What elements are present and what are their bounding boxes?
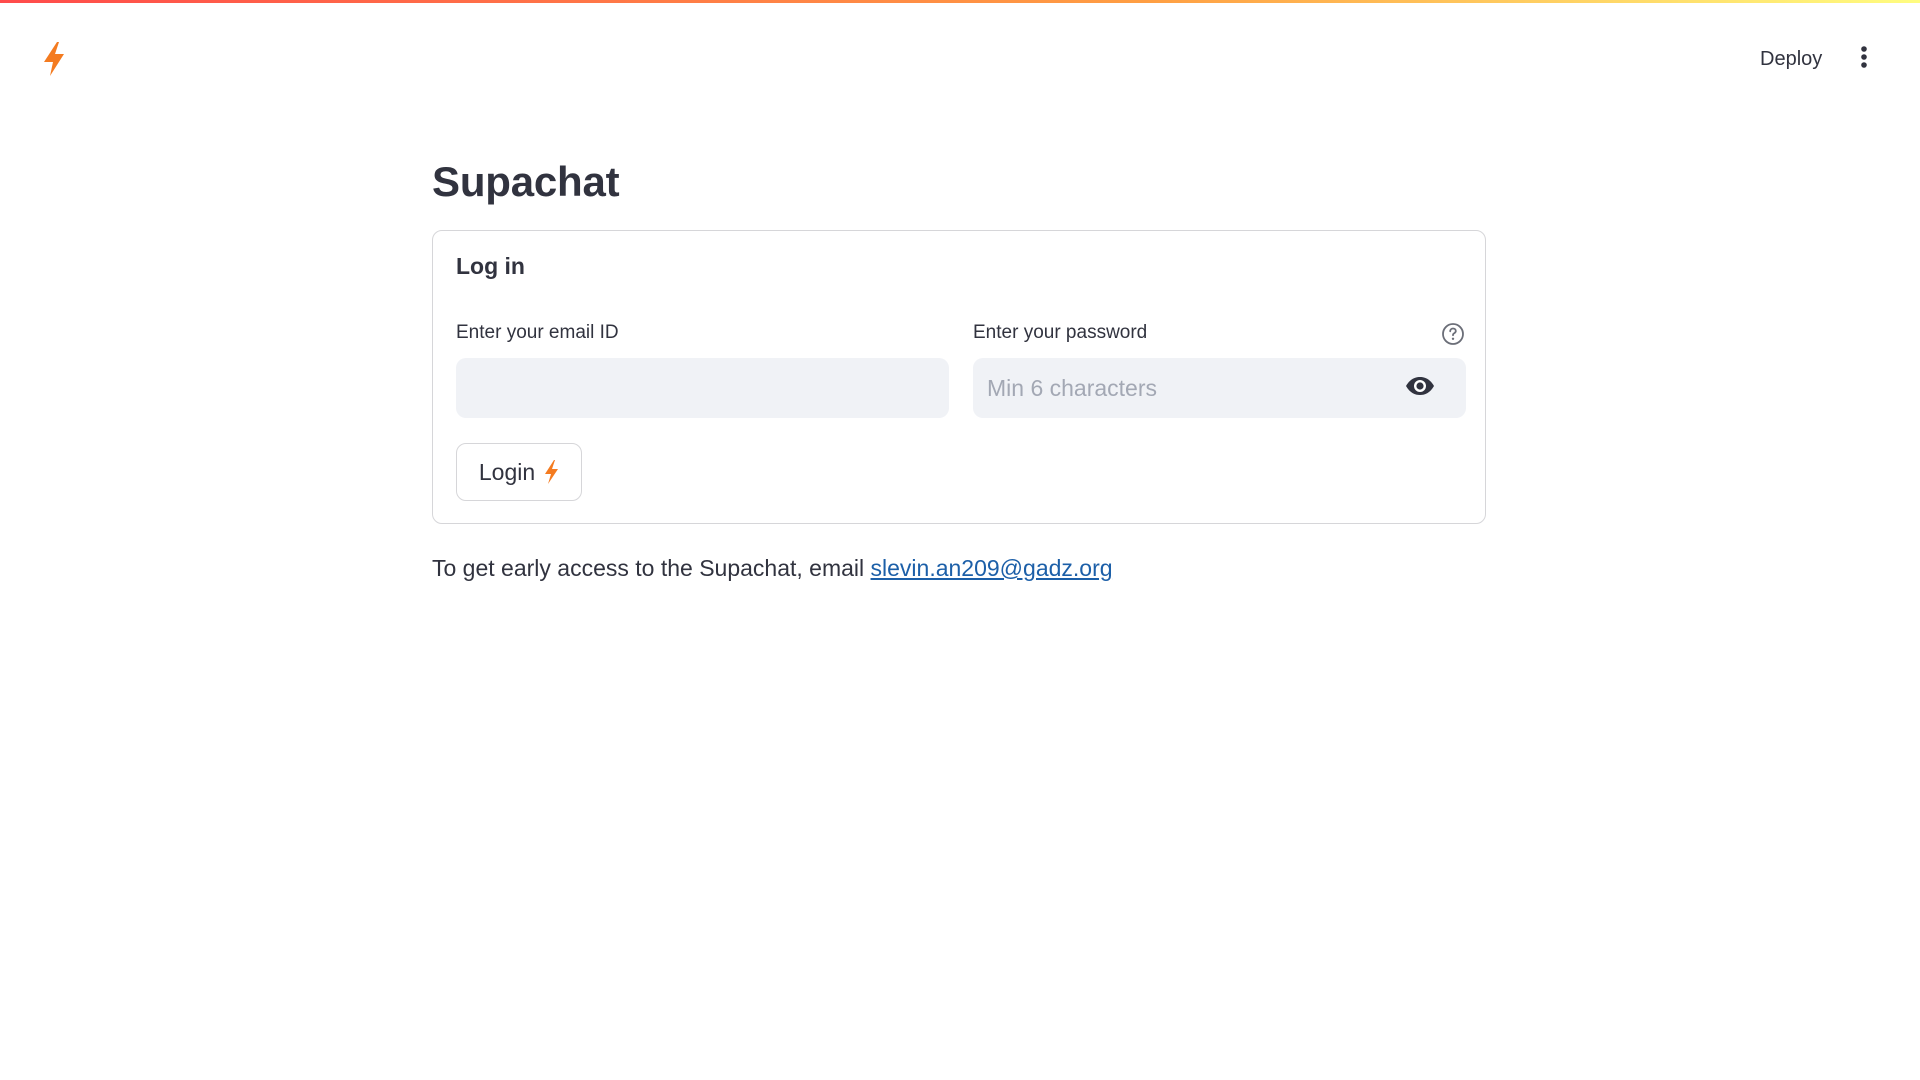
app-header: Deploy <box>0 3 1920 107</box>
login-button[interactable]: Login <box>456 443 582 501</box>
login-button-label: Login <box>478 458 536 485</box>
contact-email-link[interactable]: slevin.an209@gadz.org <box>871 555 1113 581</box>
password-input[interactable] <box>973 358 1466 418</box>
question-circle-icon[interactable] <box>1441 322 1465 346</box>
email-input[interactable] <box>456 358 949 418</box>
early-access-text: To get early access to the Supachat, ema… <box>432 555 871 581</box>
deploy-button-label: Deploy <box>1760 47 1823 70</box>
main-content: Supachat Log in Enter your email ID Ente… <box>432 150 1488 581</box>
lightning-bolt-icon <box>40 41 68 77</box>
page-title: Supachat <box>432 158 620 205</box>
vertical-ellipsis-icon <box>1860 45 1868 74</box>
email-label: Enter your email ID <box>456 322 619 343</box>
eye-icon <box>1405 376 1435 401</box>
early-access-note: To get early access to the Supachat, ema… <box>432 555 1113 582</box>
login-form: Log in Enter your email ID Enter your pa… <box>432 230 1486 524</box>
deploy-button[interactable]: Deploy <box>1746 39 1836 79</box>
show-password-button[interactable] <box>1401 371 1439 405</box>
main-menu-button[interactable] <box>1846 39 1882 79</box>
password-label: Enter your password <box>973 322 1148 343</box>
form-title: Log in <box>456 253 525 279</box>
lightning-bolt-icon <box>543 460 559 484</box>
